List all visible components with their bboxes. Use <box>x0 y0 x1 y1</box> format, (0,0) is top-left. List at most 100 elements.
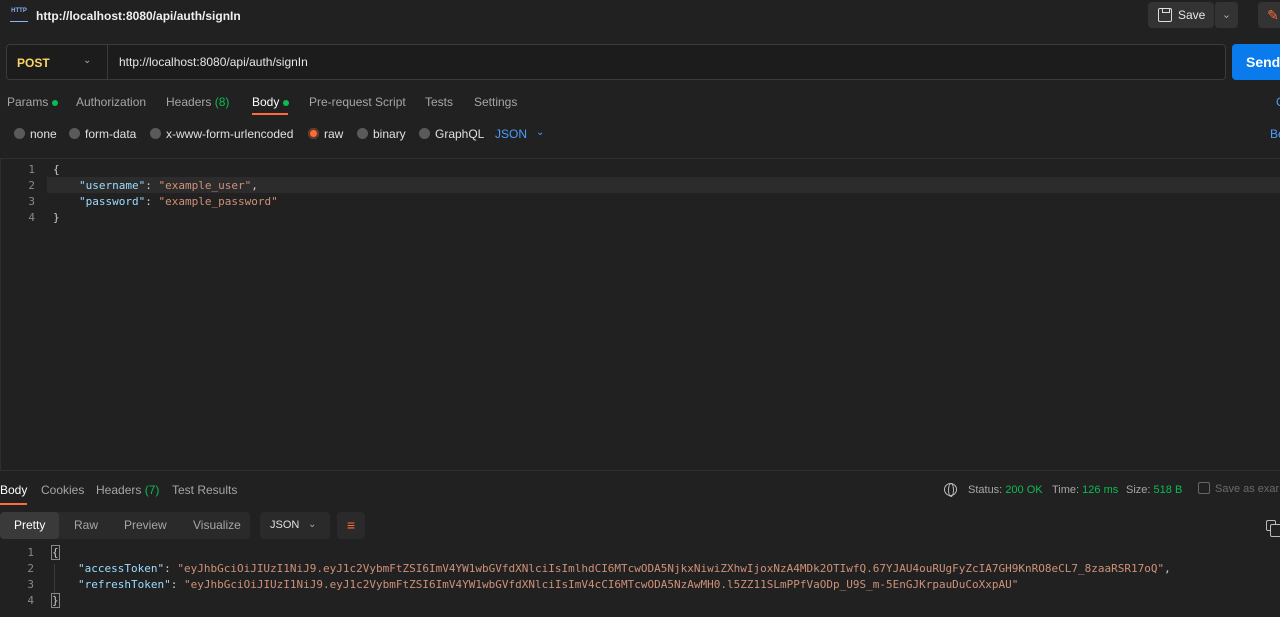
size-value: 518 B <box>1153 484 1183 496</box>
method-select[interactable]: POST <box>17 56 50 70</box>
chevron-down-icon[interactable]: ⌄ <box>83 55 91 66</box>
active-dot-icon <box>52 99 59 106</box>
tab-label: Headers <box>166 95 212 109</box>
size-meta[interactable]: Size: 518 B <box>1126 484 1182 496</box>
response-format-select[interactable]: JSON ⌄ <box>260 512 330 539</box>
radio-icon <box>357 128 368 139</box>
time-value: 126 ms <box>1082 484 1119 496</box>
radio-label: raw <box>324 127 344 141</box>
resp-tab-headers[interactable]: Headers (7) <box>96 483 159 497</box>
json-key: "accessToken" <box>78 562 165 575</box>
cookies-link[interactable]: C <box>1276 95 1280 109</box>
view-pretty[interactable]: Pretty <box>14 518 45 532</box>
radio-label: none <box>30 127 57 141</box>
status-label: Status: <box>968 484 1003 496</box>
save-options-chevron-down-icon[interactable]: ⌄ <box>1214 2 1238 28</box>
save-icon <box>1158 8 1172 22</box>
send-button[interactable]: Send <box>1232 44 1280 80</box>
tab-authorization[interactable]: Authorization <box>76 95 146 109</box>
radio-none[interactable]: none <box>14 127 57 141</box>
line-number: 2 <box>27 562 34 575</box>
json-key: "refreshToken" <box>78 578 171 591</box>
view-preview[interactable]: Preview <box>124 518 167 532</box>
tab-headers[interactable]: Headers (8) <box>166 95 229 109</box>
line-number: 4 <box>28 211 35 224</box>
resp-tab-test-results[interactable]: Test Results <box>172 483 237 497</box>
status-meta[interactable]: Status: 200 OK <box>968 484 1043 496</box>
code-line: "password": "example_password" <box>79 195 278 208</box>
radio-label: GraphQL <box>435 127 485 141</box>
headers-count: (7) <box>144 483 160 497</box>
chevron-down-icon[interactable]: ⌄ <box>536 127 544 138</box>
active-tab-indicator <box>252 113 288 115</box>
code-line: "refreshToken": "eyJhbGciOiJIUzI1NiJ9.ey… <box>78 578 1019 591</box>
tab-body[interactable]: Body <box>252 95 290 109</box>
save-as-example-button[interactable]: Save as exar <box>1215 483 1279 495</box>
raw-format-select[interactable]: JSON <box>495 127 527 141</box>
code-line: } <box>51 593 60 608</box>
code-line: { <box>51 545 60 560</box>
resp-tab-cookies[interactable]: Cookies <box>41 483 84 497</box>
tab-label: Body <box>252 95 280 109</box>
request-header: HTTP http://localhost:8080/api/auth/sign… <box>0 0 1280 32</box>
radio-label: form-data <box>85 127 137 141</box>
line-number: 1 <box>28 163 35 176</box>
line-number: 2 <box>28 179 35 192</box>
tab-tests[interactable]: Tests <box>425 95 453 109</box>
json-value: "eyJhbGciOiJIUzI1NiJ9.eyJ1c2VybmFtZSI6Im… <box>177 562 1165 575</box>
time-label: Time: <box>1052 484 1080 496</box>
radio-icon <box>150 128 161 139</box>
status-value: 200 OK <box>1005 484 1043 496</box>
time-meta[interactable]: Time: 126 ms <box>1052 484 1118 496</box>
tab-pre-request-script[interactable]: Pre-request Script <box>309 95 406 109</box>
radio-icon <box>69 128 80 139</box>
resp-tab-body[interactable]: Body <box>0 483 27 497</box>
url-bar: POST ⌄ <box>6 44 1226 80</box>
divider <box>107 45 108 79</box>
beautify-link[interactable]: Be <box>1270 127 1280 141</box>
indent-guide <box>54 564 55 596</box>
copy-icon[interactable] <box>1266 520 1280 537</box>
radio-icon <box>419 128 430 139</box>
line-number: 4 <box>27 594 34 607</box>
json-value: "example_user" <box>158 179 252 192</box>
view-visualize[interactable]: Visualize <box>193 518 241 532</box>
line-number: 3 <box>27 578 34 591</box>
radio-x-www-form-urlencoded[interactable]: x-www-form-urlencoded <box>150 127 293 141</box>
pane-divider[interactable] <box>0 470 1280 471</box>
request-body-editor[interactable]: 1 2 3 4 { "username": "example_user", "p… <box>0 158 1280 470</box>
code-line: "accessToken": "eyJhbGciOiJIUzI1NiJ9.eyJ… <box>78 562 1171 575</box>
radio-graphql[interactable]: GraphQL <box>419 127 484 141</box>
code-line: } <box>53 211 60 224</box>
json-value: "eyJhbGciOiJIUzI1NiJ9.eyJ1c2VybmFtZSI6Im… <box>183 578 1019 591</box>
tab-settings[interactable]: Settings <box>474 95 517 109</box>
radio-label: x-www-form-urlencoded <box>166 127 294 141</box>
request-title[interactable]: http://localhost:8080/api/auth/signIn <box>36 9 241 23</box>
save-button[interactable]: Save <box>1148 2 1214 28</box>
tab-params[interactable]: Params <box>7 95 59 109</box>
radio-icon <box>14 128 25 139</box>
headers-count: (8) <box>214 95 230 109</box>
response-body-viewer[interactable]: 1 2 3 4 { "accessToken": "eyJhbGciOiJIUz… <box>0 544 1280 617</box>
active-dot-icon <box>283 99 290 106</box>
globe-icon[interactable] <box>944 483 957 497</box>
save-icon <box>1198 482 1210 494</box>
size-label: Size: <box>1126 484 1151 496</box>
tab-label: Params <box>7 95 49 109</box>
radio-form-data[interactable]: form-data <box>69 127 136 141</box>
save-label: Save <box>1178 8 1206 22</box>
url-input[interactable] <box>119 55 1119 69</box>
json-key: "username" <box>79 179 146 192</box>
pencil-icon[interactable]: ✎ <box>1258 2 1280 28</box>
line-number: 3 <box>28 195 35 208</box>
http-icon: HTTP <box>10 8 28 22</box>
json-value: "example_password" <box>158 195 278 208</box>
json-key: "password" <box>79 195 146 208</box>
radio-raw[interactable]: raw <box>308 127 343 141</box>
wrap-lines-icon[interactable]: ≡ <box>337 512 365 539</box>
view-raw[interactable]: Raw <box>74 518 98 532</box>
active-tab-indicator <box>0 503 27 505</box>
code-line: "username": "example_user", <box>79 179 258 192</box>
response-view-switcher: Pretty Raw Preview Visualize <box>0 512 250 539</box>
radio-binary[interactable]: binary <box>357 127 406 141</box>
